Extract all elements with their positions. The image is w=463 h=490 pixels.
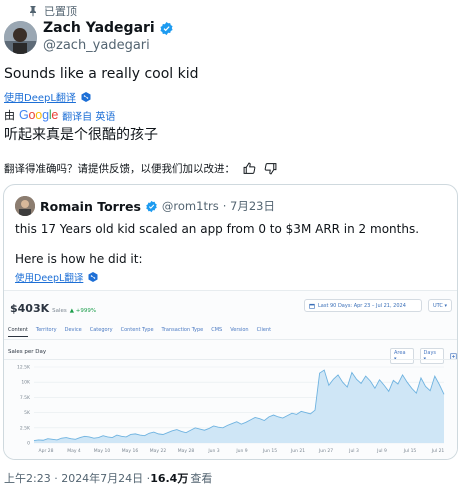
calendar-icon: [309, 303, 315, 309]
x-tick-label: May 16: [122, 448, 139, 454]
dashboard-tab: Content Type: [120, 327, 154, 333]
x-tick-label: Jul 3: [348, 448, 359, 454]
x-tick-label: May 22: [150, 448, 167, 454]
pin-icon: [30, 6, 36, 17]
x-tick-label: Apr 28: [39, 448, 54, 454]
author-name[interactable]: Zach Yadegari: [43, 20, 155, 36]
chart-divider: [4, 359, 457, 360]
google-translation-source: 由 Google 翻译自 英语: [4, 107, 115, 123]
google-logo: Google: [19, 108, 58, 122]
sales-area-fill: [34, 370, 444, 443]
date-range-label: Last 90 Days: Apr 23 – Jul 21, 2024: [318, 302, 406, 309]
area-select: Area ▾: [390, 348, 414, 364]
y-tick-label: 12.5K: [17, 365, 31, 371]
revenue-label: Sales: [52, 308, 67, 314]
x-tick-label: Jul 9: [376, 448, 387, 454]
feedback-prompt: 翻译得准确吗？请提供反馈，以便我们加以改进：: [4, 163, 235, 175]
dashboard-tab: Category: [89, 327, 113, 333]
y-tick-label: 7.5K: [20, 395, 31, 401]
quoted-author-row: Romain Torres @rom1trs · 7月23日: [40, 198, 275, 214]
quoted-text-line-2: Here is how he did it:: [15, 252, 143, 266]
google-logo-letter: g: [42, 108, 49, 122]
revenue-value: $403K: [10, 302, 50, 315]
x-tick-label: Jun 21: [290, 448, 305, 454]
dashboard-tab: Client: [256, 327, 272, 333]
x-tick-label: Jun 15: [262, 448, 277, 454]
google-logo-text: Google: [19, 108, 58, 122]
quoted-text-line-1: this 17 Years old kid scaled an app from…: [15, 222, 420, 236]
chart-controls: Area ▾ Days ▾: [390, 348, 457, 364]
quoted-deepl-label[interactable]: 使用DeepL翻译: [15, 270, 83, 284]
quoted-deepl-icon: [88, 272, 98, 282]
author-handle[interactable]: @zach_yadegari: [43, 38, 150, 53]
x-tick-label: Jun 3: [207, 448, 219, 454]
quoted-author-handle[interactable]: @rom1trs: [162, 199, 219, 213]
dashboard-tabs: Content Territory Device Category Conten…: [8, 327, 271, 337]
quoted-date[interactable]: · 7月23日: [223, 198, 275, 214]
x-tick-label: Jun 9: [235, 448, 247, 454]
dashboard-tab: Territory: [35, 327, 57, 333]
days-select: Days ▾: [419, 348, 445, 364]
timezone-select: UTC ▾: [428, 299, 452, 312]
quoted-author-name[interactable]: Romain Torres: [40, 199, 141, 214]
quoted-author-avatar[interactable]: [15, 196, 35, 216]
chart-section-title: Sales per Day: [8, 349, 47, 355]
translation-feedback: 翻译得准确吗？请提供反馈，以便我们加以改进：: [4, 161, 277, 176]
deepl-translate-label[interactable]: 使用DeepL翻译: [4, 89, 76, 104]
author-name-row[interactable]: Zach Yadegari: [43, 20, 174, 36]
quoted-verified-badge-icon: [146, 200, 157, 212]
google-logo-letter: G: [19, 108, 29, 122]
y-tick-label: 5K: [24, 410, 31, 416]
date-range-picker: Last 90 Days: Apr 23 – Jul 21, 2024: [304, 299, 422, 312]
translated-from-link[interactable]: 翻译自 英语: [62, 108, 115, 123]
tweet-text: Sounds like a really cool kid: [4, 66, 199, 82]
revenue-change: ▲ +999%: [69, 308, 97, 314]
view-count-label: 查看: [190, 472, 213, 485]
tabs-divider: [4, 339, 457, 340]
pinned-label: 已置顶: [44, 5, 77, 18]
pinned-indicator: 已置顶: [27, 3, 77, 19]
x-tick-label: Jul 21: [431, 448, 445, 454]
deepl-translate-link[interactable]: 使用DeepL翻译: [4, 89, 92, 104]
y-tick-label: 2.5K: [20, 425, 31, 431]
view-count: 16.4万: [150, 472, 189, 485]
y-tick-label: 0: [27, 441, 30, 447]
google-logo-letter: e: [51, 108, 59, 122]
quoted-deepl-translate-link[interactable]: 使用DeepL翻译: [15, 270, 99, 284]
verified-badge-icon: [160, 21, 173, 35]
x-tick-label: May 4: [67, 448, 81, 454]
dashboard-tab: CMS: [211, 327, 223, 333]
y-tick-label: 10K: [21, 380, 31, 386]
dashboard-tab: Content: [8, 327, 28, 337]
revenue-summary: $403K Sales ▲ +999%: [10, 302, 96, 315]
tweet-timestamp[interactable]: 上午2:23 · 2024年7月24日 ·: [4, 470, 150, 486]
dashboard-tab: Version: [230, 327, 249, 333]
x-tick-label: Jun 27: [318, 448, 333, 454]
author-avatar[interactable]: [4, 21, 37, 54]
thumbs-up-icon[interactable]: [243, 162, 256, 175]
translated-by-prefix: 由: [4, 109, 15, 122]
x-tick-label: May 10: [94, 448, 111, 454]
quoted-tweet-card[interactable]: Romain Torres @rom1trs · 7月23日 this 17 Y…: [3, 184, 458, 460]
tweet-footer: 上午2:23 · 2024年7月24日 · 16.4万 查看: [4, 470, 212, 486]
dashboard-tab: Device: [64, 327, 82, 333]
thumbs-down-icon[interactable]: [264, 162, 277, 175]
dashboard-tab: Transaction Type: [161, 327, 204, 333]
x-tick-label: May 28: [178, 448, 195, 454]
sales-per-day-chart: 0 2.5K 5K 7.5K 10K 12.5K Apr 28 May 4 May 10 May …: [17, 365, 445, 455]
dashboard-screenshot[interactable]: $403K Sales ▲ +999% Last 90 Days: Apr 23…: [4, 290, 457, 459]
translated-text: 听起来真是个很酷的孩子: [4, 127, 158, 143]
deepl-icon: [81, 91, 91, 102]
x-tick-label: Jul 15: [403, 448, 417, 454]
